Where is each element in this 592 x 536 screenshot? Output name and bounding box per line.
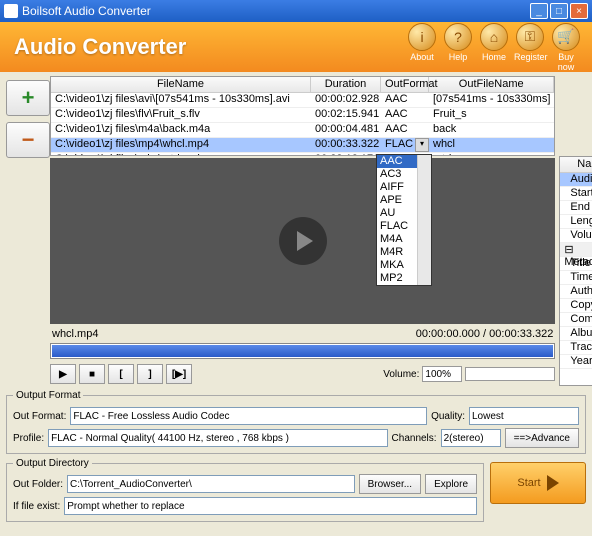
outfolder-input[interactable] bbox=[67, 475, 355, 493]
next-mark-button[interactable]: [▶] bbox=[166, 364, 192, 384]
metadata-header[interactable]: ⊟ Metadata bbox=[560, 243, 592, 257]
mark-out-button[interactable]: ] bbox=[137, 364, 163, 384]
maximize-button[interactable]: □ bbox=[550, 3, 568, 19]
close-button[interactable]: × bbox=[570, 3, 588, 19]
help-icon: ? bbox=[444, 23, 472, 51]
play-icon bbox=[297, 231, 313, 251]
remove-file-button[interactable]: − bbox=[6, 122, 50, 158]
browse-button[interactable]: Browser... bbox=[359, 474, 421, 494]
channels-label: Channels: bbox=[392, 433, 437, 444]
quality-select[interactable] bbox=[469, 407, 579, 425]
col-filename[interactable]: FileName bbox=[51, 77, 311, 92]
table-row[interactable]: C:\video1\zj files\mkv\mtds.mkv00:23:12.… bbox=[51, 153, 554, 156]
property-row[interactable]: End00:00:33.322 bbox=[560, 201, 592, 215]
header-register-button[interactable]: ⚿Register bbox=[514, 23, 546, 72]
format-dropdown-arrow[interactable]: ▾ bbox=[415, 138, 429, 152]
progress-bar[interactable] bbox=[50, 343, 555, 359]
fileexist-select[interactable] bbox=[64, 497, 477, 515]
preview-filename: whcl.mp4 bbox=[52, 328, 416, 340]
window-title: Boilsoft Audio Converter bbox=[22, 4, 530, 18]
col-duration[interactable]: Duration bbox=[311, 77, 381, 92]
fileexist-label: If file exist: bbox=[13, 501, 60, 512]
property-row[interactable]: Length00:00:33.322 bbox=[560, 215, 592, 229]
about-icon: i bbox=[408, 23, 436, 51]
header-help-button[interactable]: ?Help bbox=[442, 23, 474, 72]
start-icon bbox=[547, 475, 559, 491]
header-about-button[interactable]: iAbout bbox=[406, 23, 438, 72]
register-icon: ⚿ bbox=[516, 23, 544, 51]
video-preview bbox=[50, 158, 555, 324]
property-row[interactable]: VolumeNormal bbox=[560, 229, 592, 243]
volume-value[interactable] bbox=[422, 366, 462, 382]
preview-position: 00:00:00.000 / 00:00:33.322 bbox=[416, 328, 554, 340]
add-file-button[interactable]: + bbox=[6, 80, 50, 116]
metadata-row[interactable]: Copyright bbox=[560, 299, 592, 313]
mark-in-button[interactable]: [ bbox=[108, 364, 134, 384]
profile-select[interactable] bbox=[48, 429, 387, 447]
prop-col-name[interactable]: Name bbox=[560, 157, 592, 172]
outfolder-label: Out Folder: bbox=[13, 479, 63, 490]
property-row[interactable]: Start00:00:00.000 bbox=[560, 187, 592, 201]
app-icon bbox=[4, 4, 18, 18]
minimize-button[interactable]: _ bbox=[530, 3, 548, 19]
buy now-icon: 🛒 bbox=[552, 23, 580, 51]
property-row[interactable]: Audio1 bbox=[560, 173, 592, 187]
start-label: Start bbox=[517, 477, 540, 489]
metadata-row[interactable]: Track bbox=[560, 341, 592, 355]
table-row[interactable]: C:\video1\zj files\mp4\whcl.mp400:00:33.… bbox=[51, 138, 554, 153]
header-home-button[interactable]: ⌂Home bbox=[478, 23, 510, 72]
table-row[interactable]: C:\video1\zj files\m4a\back.m4a00:00:04.… bbox=[51, 123, 554, 138]
channels-select[interactable] bbox=[441, 429, 501, 447]
metadata-row[interactable]: Author bbox=[560, 285, 592, 299]
dropdown-scrollbar[interactable] bbox=[417, 155, 431, 285]
table-row[interactable]: C:\video1\zj files\flv\Fruit_s.flv00:02:… bbox=[51, 108, 554, 123]
metadata-row[interactable]: Year bbox=[560, 355, 592, 369]
metadata-row[interactable]: TimeStamp bbox=[560, 271, 592, 285]
volume-slider[interactable] bbox=[465, 367, 555, 381]
outformat-select[interactable] bbox=[70, 407, 427, 425]
outformat-label: Out Format: bbox=[13, 411, 66, 422]
col-outformat[interactable]: OutFormat bbox=[381, 77, 429, 92]
table-row[interactable]: C:\video1\zj files\avi\[07s541ms - 10s33… bbox=[51, 93, 554, 108]
metadata-row[interactable]: Comment bbox=[560, 313, 592, 327]
output-format-group: Output Format Out Format: Quality: Profi… bbox=[6, 390, 586, 454]
header-buy-now-button[interactable]: 🛒Buy now bbox=[550, 23, 582, 72]
output-directory-group: Output Directory Out Folder: Browser... … bbox=[6, 458, 484, 522]
format-dropdown[interactable]: AACAC3AIFFAPEAUFLACM4AM4RMKAMP2 bbox=[376, 154, 432, 286]
start-button[interactable]: Start bbox=[490, 462, 586, 504]
explore-button[interactable]: Explore bbox=[425, 474, 477, 494]
output-format-legend: Output Format bbox=[13, 390, 83, 401]
app-title: Audio Converter bbox=[14, 34, 406, 60]
output-directory-legend: Output Directory bbox=[13, 458, 92, 469]
home-icon: ⌂ bbox=[480, 23, 508, 51]
play-overlay-button[interactable] bbox=[279, 217, 327, 265]
quality-label: Quality: bbox=[431, 411, 465, 422]
file-table[interactable]: FileName Duration OutFormat OutFileName … bbox=[50, 76, 555, 156]
properties-panel[interactable]: Name Value Audio1Start00:00:00.000End00:… bbox=[559, 156, 592, 386]
profile-label: Profile: bbox=[13, 433, 44, 444]
col-outfilename[interactable]: OutFileName bbox=[429, 77, 554, 92]
play-button[interactable]: ▶ bbox=[50, 364, 76, 384]
metadata-row[interactable]: Album bbox=[560, 327, 592, 341]
volume-label: Volume: bbox=[383, 369, 419, 380]
metadata-row[interactable]: Title bbox=[560, 257, 592, 271]
advance-button[interactable]: ==>Advance bbox=[505, 428, 579, 448]
stop-button[interactable]: ■ bbox=[79, 364, 105, 384]
